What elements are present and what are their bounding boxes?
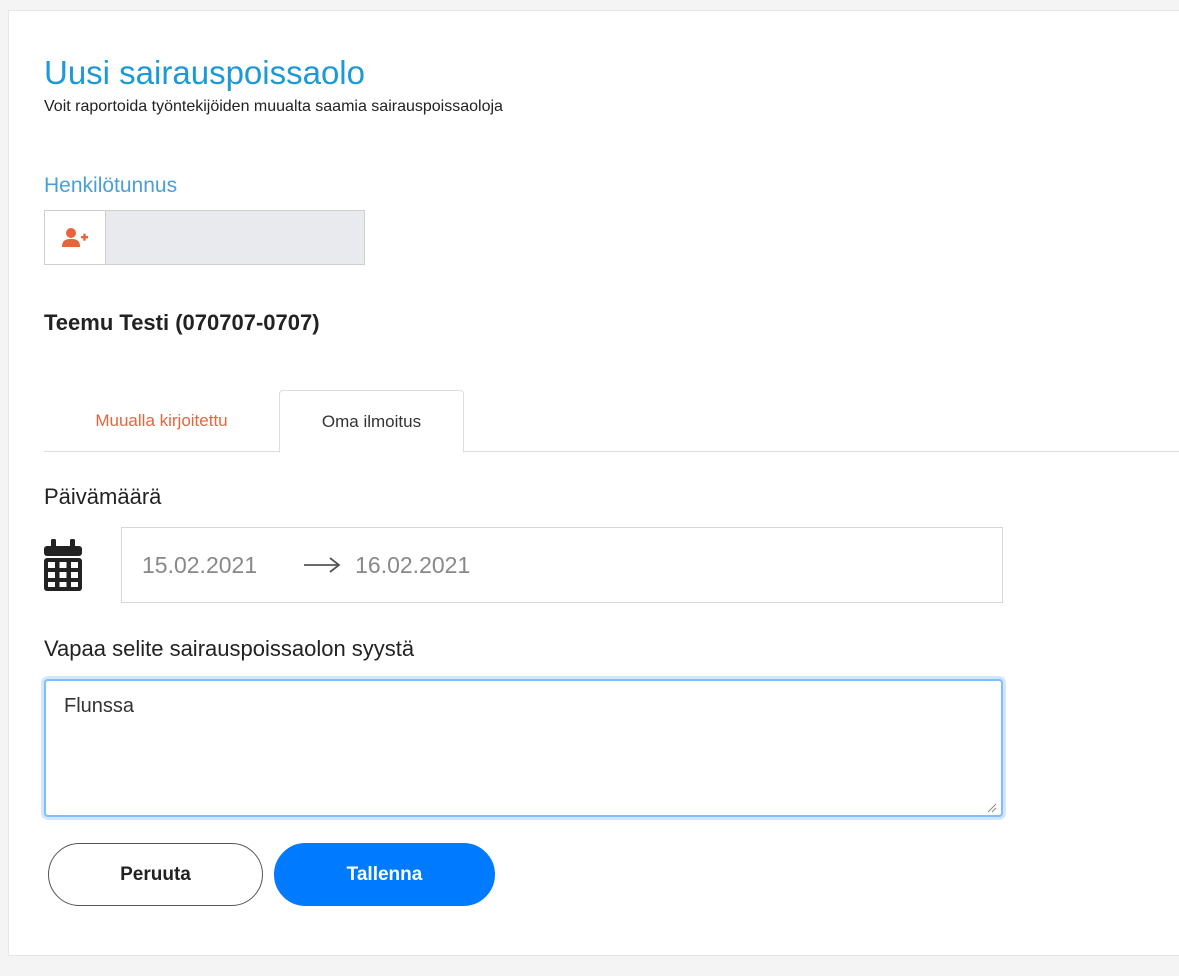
cancel-button[interactable]: Peruuta xyxy=(48,843,263,906)
calendar-icon xyxy=(44,539,82,591)
tab-written-elsewhere[interactable]: Muualla kirjoitettu xyxy=(44,390,279,452)
date-label: Päivämäärä xyxy=(44,484,162,509)
page-subtitle: Voit raportoida työntekijöiden muualta s… xyxy=(44,98,503,115)
form-card: Uusi sairauspoissaolo Voit raportoida ty… xyxy=(8,10,1179,956)
reason-textarea[interactable]: Flunssa xyxy=(44,679,1003,817)
save-button[interactable]: Tallenna xyxy=(274,843,495,906)
date-end: 16.02.2021 xyxy=(355,551,471,578)
person-id-input[interactable] xyxy=(106,210,365,265)
person-id-label: Henkilötunnus xyxy=(44,174,178,197)
date-range-picker[interactable]: 15.02.2021 16.02.2021 xyxy=(121,527,1003,603)
person-name: Teemu Testi (070707-0707) xyxy=(44,310,320,335)
resize-grip-icon[interactable] xyxy=(987,803,997,813)
reason-label: Vapaa selite sairauspoissaolon syystä xyxy=(44,636,415,661)
add-person-button[interactable] xyxy=(44,210,106,265)
page-title: Uusi sairauspoissaolo xyxy=(44,54,365,91)
arrow-right-icon xyxy=(304,557,341,573)
tab-own-notice[interactable]: Oma ilmoitus xyxy=(279,390,464,453)
date-start: 15.02.2021 xyxy=(142,551,258,578)
user-plus-icon xyxy=(62,227,88,247)
tab-bar: Muualla kirjoitettu Oma ilmoitus xyxy=(44,390,1179,453)
person-id-group xyxy=(44,210,365,265)
